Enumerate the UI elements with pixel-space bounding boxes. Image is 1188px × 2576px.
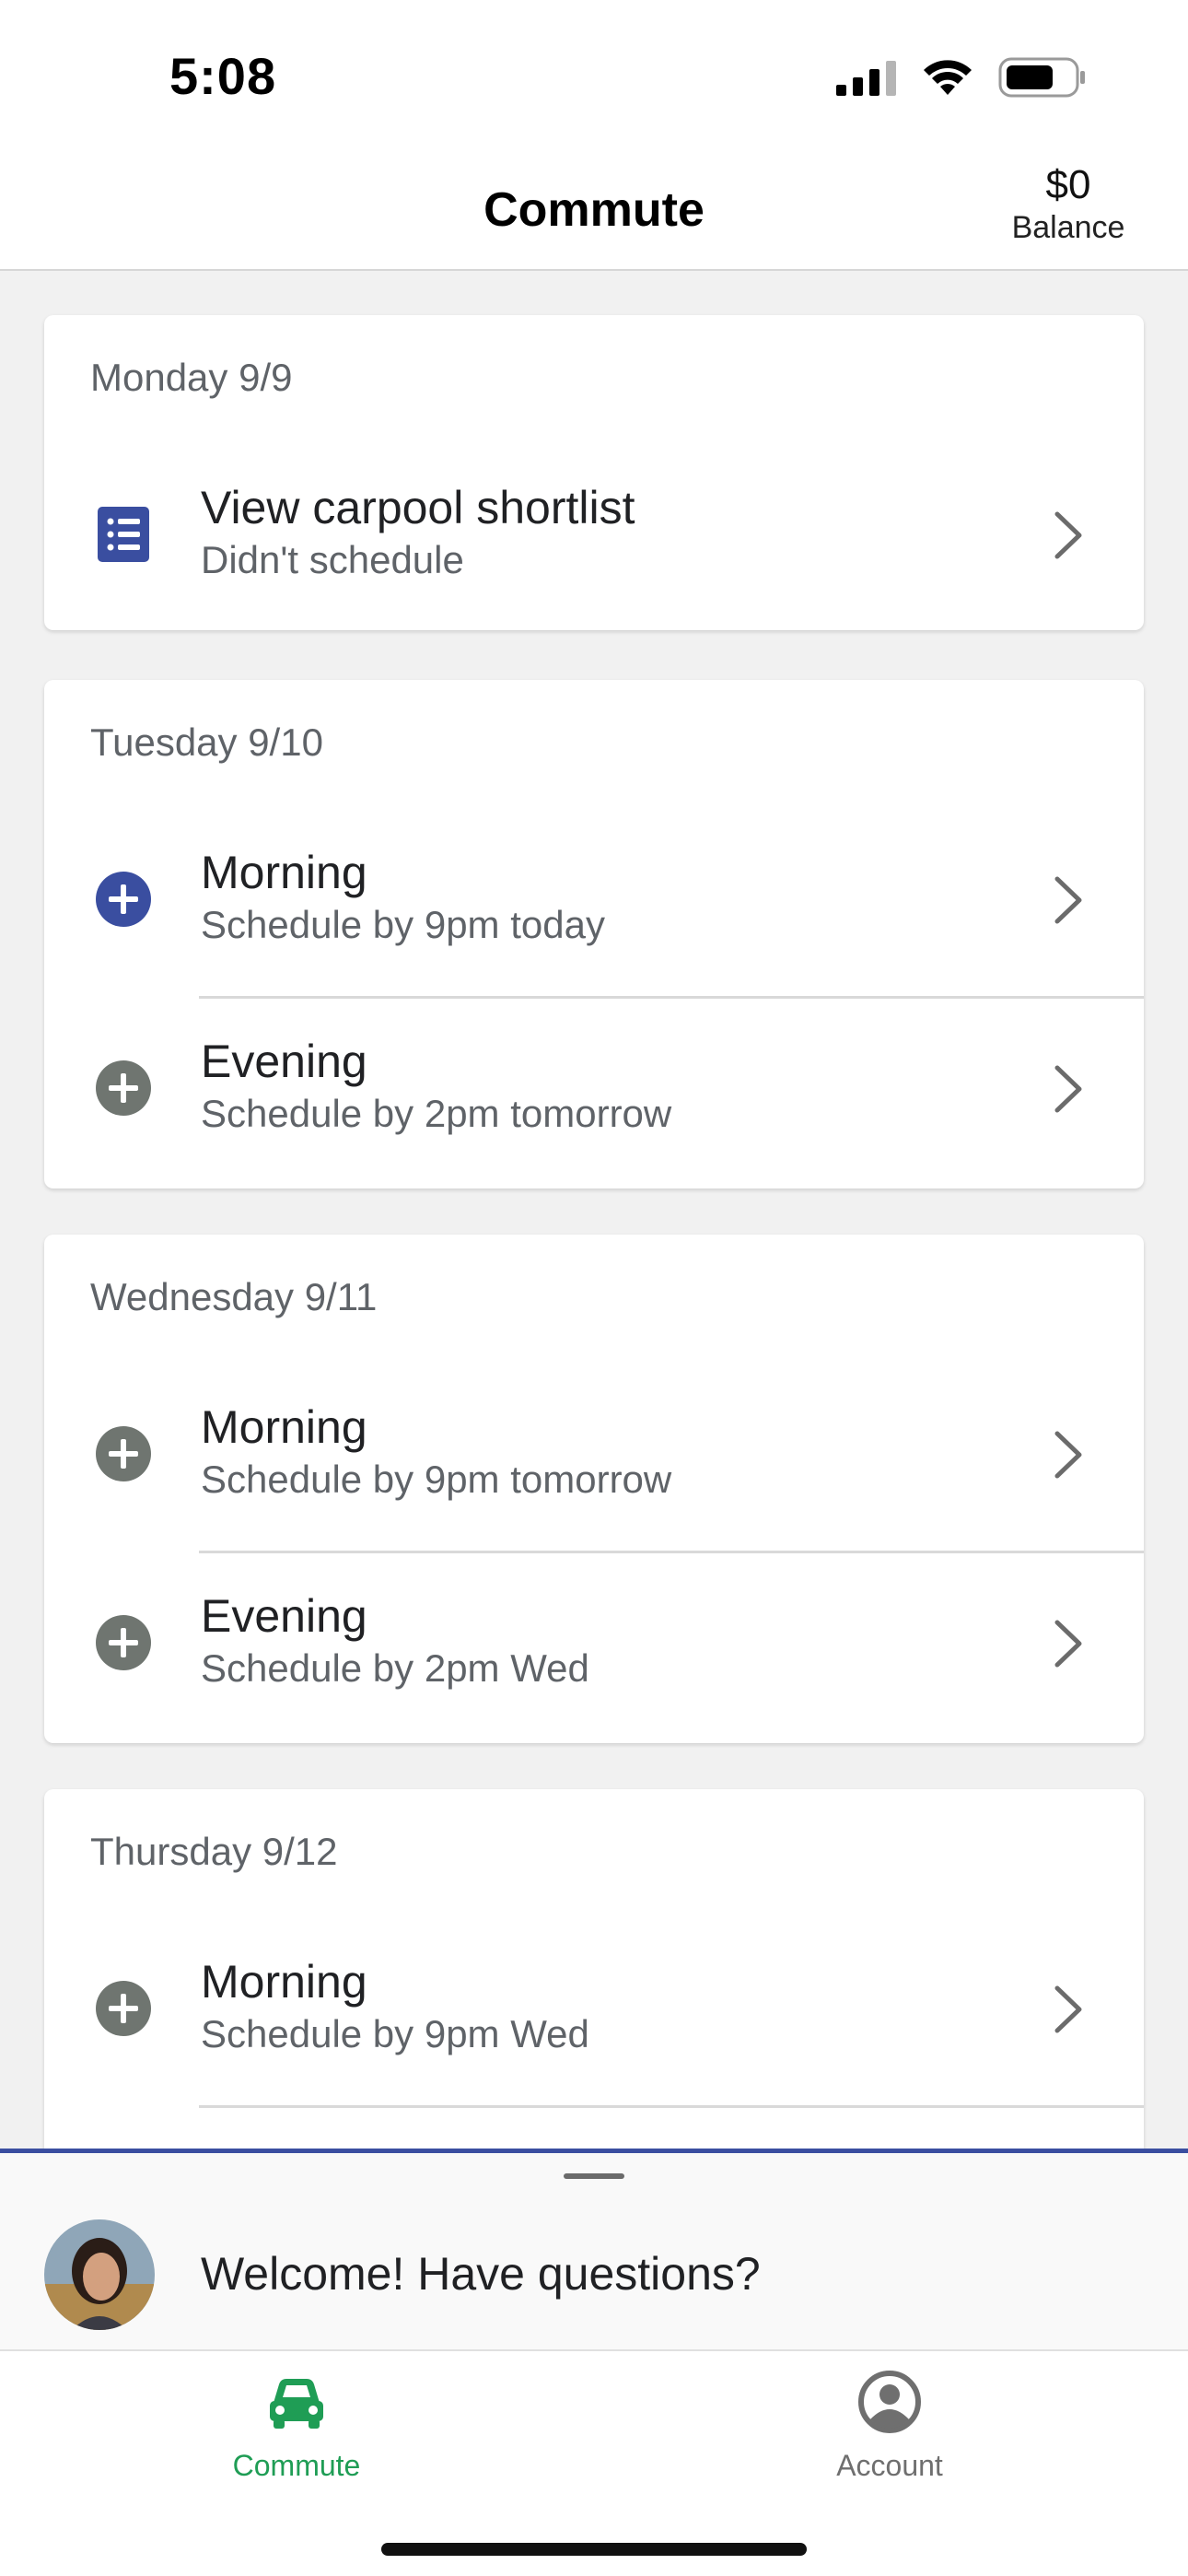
- row-subtitle: Schedule by 2pm tomorrow: [201, 1092, 672, 1135]
- row-title: Evening: [201, 1590, 367, 1642]
- schedule-morning-row[interactable]: Morning Schedule by 9pm Wed: [44, 1914, 1144, 2104]
- day-card-thursday: Thursday 9/12 Morning Schedule by 9pm We…: [44, 1789, 1144, 2152]
- day-heading: Thursday 9/12: [90, 1830, 338, 1873]
- row-subtitle: Schedule by 9pm Wed: [201, 2012, 589, 2055]
- wifi-icon: [924, 60, 972, 95]
- chevron-right-icon: [1054, 1620, 1082, 1668]
- add-circle-icon: [96, 1615, 151, 1670]
- schedule-evening-row[interactable]: Evening Schedule by 2pm tomorrow: [44, 994, 1144, 1184]
- day-card-monday: Monday 9/9 View carpool shortlist Didn't…: [44, 315, 1144, 630]
- day-heading: Monday 9/9: [90, 356, 293, 399]
- day-heading: Tuesday 9/10: [90, 720, 323, 764]
- account-circle-icon: [858, 2371, 921, 2433]
- schedule-morning-row[interactable]: Morning Schedule by 9pm tomorrow: [44, 1360, 1144, 1550]
- add-circle-icon: [96, 872, 151, 927]
- battery-icon: [998, 57, 1085, 98]
- tab-commute[interactable]: Commute: [158, 2370, 435, 2499]
- chevron-right-icon: [1054, 1985, 1082, 2033]
- welcome-message: Welcome! Have questions?: [201, 2248, 761, 2300]
- row-divider: [199, 2105, 1144, 2108]
- status-time: 5:08: [169, 47, 277, 105]
- status-bar: 5:08: [0, 0, 1188, 157]
- schedule-evening-row[interactable]: Evening Schedule by 2pm Wed: [44, 1549, 1144, 1739]
- row-title: Morning: [201, 1401, 367, 1453]
- row-subtitle: Schedule by 9pm tomorrow: [201, 1458, 672, 1501]
- chevron-right-icon: [1054, 1431, 1082, 1479]
- tab-label: Account: [836, 2449, 943, 2482]
- chevron-right-icon: [1054, 876, 1082, 924]
- carpool-shortlist-row[interactable]: View carpool shortlist Didn't schedule: [44, 440, 1144, 630]
- avatar: [44, 2219, 155, 2330]
- chat-bottom-sheet[interactable]: Welcome! Have questions?: [0, 2149, 1188, 2349]
- chevron-right-icon: [1054, 1065, 1082, 1113]
- balance-button[interactable]: $0 Balance: [1004, 162, 1133, 246]
- row-subtitle: Didn't schedule: [201, 538, 464, 581]
- cellular-signal-icon: [836, 61, 896, 96]
- status-icons: [836, 57, 1087, 98]
- schedule-morning-row[interactable]: Morning Schedule by 9pm today: [44, 805, 1144, 995]
- day-card-wednesday: Wednesday 9/11 Morning Schedule by 9pm t…: [44, 1235, 1144, 1743]
- add-circle-icon: [96, 1060, 151, 1116]
- car-icon: [270, 2379, 323, 2429]
- tab-label: Commute: [232, 2449, 361, 2482]
- app-header: Commute $0 Balance: [0, 157, 1188, 271]
- day-card-tuesday: Tuesday 9/10 Morning Schedule by 9pm tod…: [44, 680, 1144, 1188]
- list-icon: [98, 507, 149, 562]
- balance-amount: $0: [1045, 162, 1091, 207]
- tab-account[interactable]: Account: [751, 2370, 1028, 2499]
- day-heading: Wednesday 9/11: [90, 1275, 378, 1318]
- screen: 5:08 Commute $0 Balance Monday 9/9 View …: [0, 0, 1188, 2576]
- row-title: Evening: [201, 1036, 367, 1087]
- row-title: Morning: [201, 1956, 367, 2008]
- balance-label: Balance: [1011, 210, 1125, 245]
- row-subtitle: Schedule by 2pm Wed: [201, 1646, 589, 1690]
- sheet-drag-handle[interactable]: [564, 2173, 624, 2179]
- commute-schedule-list[interactable]: Monday 9/9 View carpool shortlist Didn't…: [0, 273, 1188, 2152]
- home-indicator[interactable]: [381, 2543, 807, 2556]
- add-circle-icon: [96, 1981, 151, 2036]
- row-subtitle: Schedule by 9pm today: [201, 903, 605, 946]
- support-agent-avatar-image: [44, 2219, 155, 2330]
- row-title: Morning: [201, 847, 367, 898]
- add-circle-icon: [96, 1426, 151, 1481]
- chevron-right-icon: [1054, 511, 1082, 559]
- row-title: View carpool shortlist: [201, 482, 635, 533]
